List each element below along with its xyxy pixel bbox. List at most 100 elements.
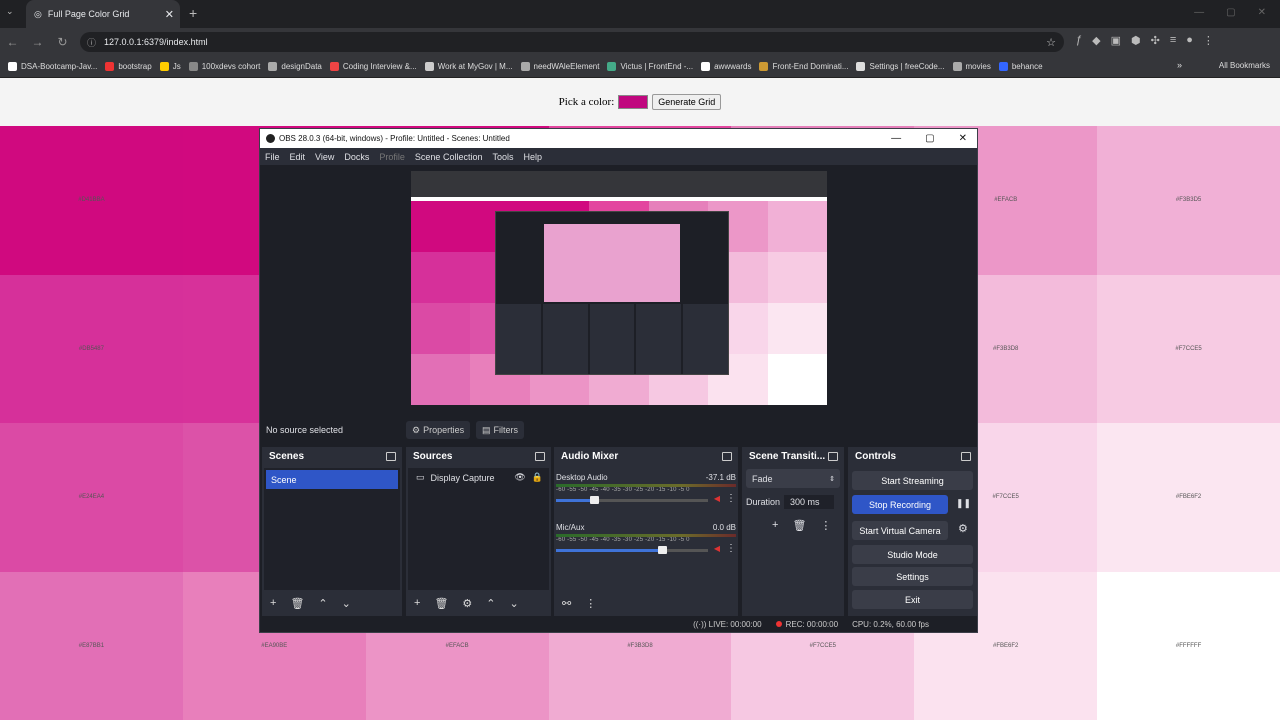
menu-icon[interactable]: ⋮ [1203,34,1214,47]
transition-select[interactable]: Fade ⇕ [746,469,840,488]
preview-cell [767,303,827,354]
undock-icon[interactable] [828,452,838,461]
menu-docks[interactable]: Docks [344,152,369,162]
source-item[interactable]: ▭ Display Capture 👁 🔒 [408,468,549,487]
all-bookmarks[interactable]: All Bookmarks [1219,61,1270,70]
menu-file[interactable]: File [265,152,280,162]
menu-view[interactable]: View [315,152,334,162]
maximize-icon[interactable]: ▢ [1226,7,1235,18]
forward-icon[interactable]: → [25,35,50,49]
bookmark-star-icon[interactable]: ☆ [1046,36,1056,49]
bookmark-item[interactable]: 100xdevs cohort [188,62,260,71]
pause-icon[interactable]: ❚❚ [956,498,971,509]
minimize-icon[interactable]: — [1194,7,1204,18]
bookmark-item[interactable]: bootstrap [105,62,152,71]
add-icon[interactable]: + [772,519,778,532]
volume-slider[interactable] [556,546,708,554]
undock-icon[interactable] [535,452,545,461]
controls-title: Controls [855,451,897,462]
menu-dots-icon[interactable]: ⋮ [585,597,596,610]
undock-icon[interactable] [961,452,971,461]
menu-edit[interactable]: Edit [290,152,306,162]
site-info-icon[interactable]: ⓘ [87,36,96,49]
bookmark-item[interactable]: needWAleElement [520,62,599,71]
extension-icon[interactable]: ◆ [1092,34,1100,47]
undock-icon[interactable] [722,452,732,461]
url-field[interactable]: ⓘ 127.0.0.1:6379/index.html ☆ [80,32,1064,52]
settings-button[interactable]: Settings [852,567,973,586]
color-picker[interactable] [618,95,649,109]
undock-icon[interactable] [386,452,396,461]
media-icon[interactable]: ≡ [1170,34,1176,47]
menu-dots-icon[interactable]: ⋮ [726,543,736,554]
add-icon[interactable]: + [414,597,420,609]
volume-slider[interactable] [556,496,708,504]
bookmark-item[interactable]: Coding Interview &... [329,62,417,71]
puzzle-icon[interactable]: ✣ [1151,34,1160,47]
start-virtual-camera-button[interactable]: Start Virtual Camera [852,521,948,540]
profile-icon[interactable]: ● [1186,34,1193,47]
speaker-icon[interactable]: ◀ [714,494,720,503]
close-tab-icon[interactable]: ✕ [165,8,174,21]
bookmark-item[interactable]: DSA-Bootcamp-Jav... [8,62,97,71]
bookmark-item[interactable]: Js [159,62,181,71]
properties-button[interactable]: ⚙ Properties [406,421,471,439]
maximize-icon[interactable]: ▢ [925,133,934,144]
stop-recording-button[interactable]: Stop Recording [852,495,948,514]
gear-icon[interactable]: ⚙ [462,597,472,610]
preview-area[interactable] [260,165,977,413]
back-icon[interactable]: ← [0,35,25,49]
browser-tab[interactable]: ◎ Full Page Color Grid ✕ [26,0,180,28]
menu-tools[interactable]: Tools [492,152,513,162]
menu-scene-collection[interactable]: Scene Collection [415,152,483,162]
tab-list-icon[interactable]: ⌄ [6,6,20,20]
bookmark-item[interactable]: behance [998,62,1043,71]
close-window-icon[interactable]: ✕ [1258,7,1266,18]
bookmark-item[interactable]: Settings | freeCode... [856,62,945,71]
bookmark-icon [159,62,169,71]
eye-icon[interactable]: 👁 [514,472,525,483]
bookmark-item[interactable]: Front-End Dominati... [759,62,848,71]
bookmark-item[interactable]: awwwards [701,62,751,71]
bookmark-item[interactable]: Work at MyGov | M... [424,62,513,71]
trash-icon[interactable]: 🗑 [792,519,806,532]
extension-icon[interactable]: ▣ [1111,34,1121,47]
monitor-icon: ▭ [416,472,425,482]
minimize-icon[interactable]: — [891,133,901,144]
menu-dots-icon[interactable]: ⋮ [820,519,831,532]
new-tab-icon[interactable]: + [189,5,197,21]
down-icon[interactable]: ⌄ [342,597,351,610]
speaker-icon[interactable]: ◀ [714,544,720,553]
bookmarks-overflow-icon[interactable]: » [1177,60,1182,70]
generate-grid-button[interactable]: Generate Grid [652,94,722,110]
lock-icon[interactable]: 🔒 [532,472,543,483]
exit-button[interactable]: Exit [852,590,973,609]
preview-cell [767,201,827,252]
trash-icon[interactable]: 🗑 [290,597,304,610]
reload-icon[interactable]: ↻ [50,35,75,49]
add-icon[interactable]: + [270,597,276,609]
trash-icon[interactable]: 🗑 [434,597,448,610]
link-icon[interactable]: ⚯ [562,597,571,610]
down-icon[interactable]: ⌄ [510,597,519,610]
close-icon[interactable]: ✕ [959,133,967,144]
filters-label: Filters [493,425,519,435]
menu-dots-icon[interactable]: ⋮ [726,493,736,504]
extension-icon[interactable]: ƒ [1076,34,1082,47]
scene-item[interactable]: Scene [266,470,398,489]
bookmark-item[interactable]: Victus | FrontEnd -... [607,62,693,71]
menu-profile[interactable]: Profile [379,152,405,162]
up-icon[interactable]: ⌃ [318,597,327,610]
bookmark-item[interactable]: designData [268,62,322,71]
start-streaming-button[interactable]: Start Streaming [852,471,973,490]
studio-mode-button[interactable]: Studio Mode [852,545,973,564]
filters-button[interactable]: ▤ Filters [476,421,525,439]
menu-help[interactable]: Help [523,152,542,162]
scenes-dock: Scenes Scene + 🗑 ⌃ ⌄ [262,447,402,616]
bookmark-item[interactable]: movies [952,62,991,71]
duration-input[interactable]: 300 ms [784,495,835,509]
up-icon[interactable]: ⌃ [486,597,495,610]
extension-icon[interactable]: ⬢ [1131,34,1141,47]
scenes-title: Scenes [269,451,305,462]
gear-icon[interactable]: ⚙ [958,522,968,535]
